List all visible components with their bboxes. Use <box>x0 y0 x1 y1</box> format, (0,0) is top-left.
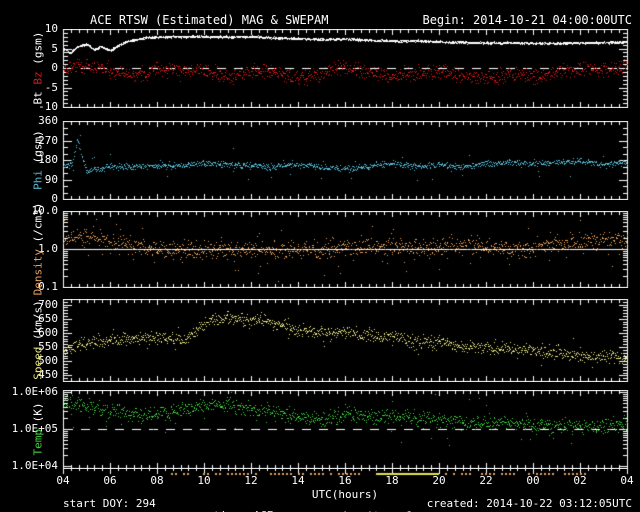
panel-bt-bz-canvas <box>0 29 640 108</box>
y-axis-title-part: (gsm) <box>31 31 45 72</box>
y-tick-label: 90 <box>44 173 58 186</box>
y-tick-label: 600 <box>38 326 58 339</box>
y-tick-label: 500 <box>38 354 58 367</box>
y-tick-label: 0 <box>51 61 58 74</box>
begin-timestamp: Begin: 2014-10-21 04:00:00UTC <box>422 13 632 27</box>
ace-rtsw-plot: ACE RTSW (Estimated) MAG & SWEPAM Begin:… <box>0 0 640 512</box>
y-axis-title-part: Bz <box>31 71 45 85</box>
y-tick-label: 1.0E+05 <box>11 422 58 435</box>
y-tick-label: 650 <box>38 312 58 325</box>
x-tick-label: 10 <box>197 474 211 487</box>
y-tick-label: -5 <box>44 81 58 94</box>
y-tick-label: 450 <box>38 368 58 381</box>
y-tick-label: 550 <box>38 340 58 353</box>
x-tick-label: 20 <box>432 474 446 487</box>
x-tick-label: 00 <box>526 474 540 487</box>
y-tick-label: -10 <box>38 100 58 113</box>
y-tick-label: 10.0 <box>31 204 59 217</box>
y-tick-label: 5 <box>51 42 58 55</box>
plot-title: ACE RTSW (Estimated) MAG & SWEPAM <box>90 13 329 27</box>
y-axis-title-bt-bz: Bt Bz (gsm) <box>31 31 45 105</box>
y-axis-title-temp: Temp (K) <box>31 402 45 456</box>
y-tick-label: 180 <box>38 153 58 166</box>
y-axis-title-part: (/cm3) <box>31 202 45 249</box>
y-axis-title-part: (gsm) <box>31 130 45 170</box>
y-axis-title-part: (K) <box>31 402 45 429</box>
panel-speed-canvas <box>0 299 640 382</box>
y-tick-label: 1.0 <box>38 242 58 255</box>
x-tick-label: 06 <box>103 474 117 487</box>
y-axis-title-phi: Phi (gsm) <box>31 130 45 190</box>
x-tick-label: 12 <box>244 474 258 487</box>
y-tick-label: 700 <box>38 298 58 311</box>
y-axis-title-part: Density <box>31 249 45 296</box>
y-axis-title-part: Bt <box>31 84 45 105</box>
x-tick-label: 08 <box>150 474 164 487</box>
y-axis-title-part: (km/s) <box>31 300 45 347</box>
y-axis-title-part: Phi <box>31 169 45 190</box>
y-tick-label: 360 <box>38 114 58 127</box>
y-axis-title-part: Speed <box>31 346 45 380</box>
y-axis-title-part: Temp <box>31 429 45 456</box>
y-axis-title-density: Density (/cm3) <box>31 202 45 296</box>
y-tick-label: 1.0E+06 <box>11 385 58 398</box>
y-tick-label: 0.1 <box>38 280 58 293</box>
caution-text: caution:ACE maneuverdensity < 1 <box>167 498 420 512</box>
y-tick-label: 270 <box>38 134 58 147</box>
x-tick-label: 04 <box>620 474 634 487</box>
x-tick-label: 04 <box>56 474 70 487</box>
x-tick-label: 18 <box>385 474 399 487</box>
created-timestamp: created: 2014-10-22 03:12:05UTC <box>426 497 632 510</box>
y-tick-label: 10 <box>44 22 58 35</box>
start-doy-label: start DOY: 294 <box>63 497 156 510</box>
x-tick-label: 14 <box>291 474 305 487</box>
x-tick-label: 22 <box>479 474 493 487</box>
y-axis-title-speed: Speed (km/s) <box>31 300 45 380</box>
panel-phi-canvas <box>0 121 640 200</box>
x-tick-label: 02 <box>573 474 587 487</box>
x-tick-label: 16 <box>338 474 352 487</box>
panel-density-canvas <box>0 211 640 288</box>
panel-temp-canvas <box>0 390 640 469</box>
